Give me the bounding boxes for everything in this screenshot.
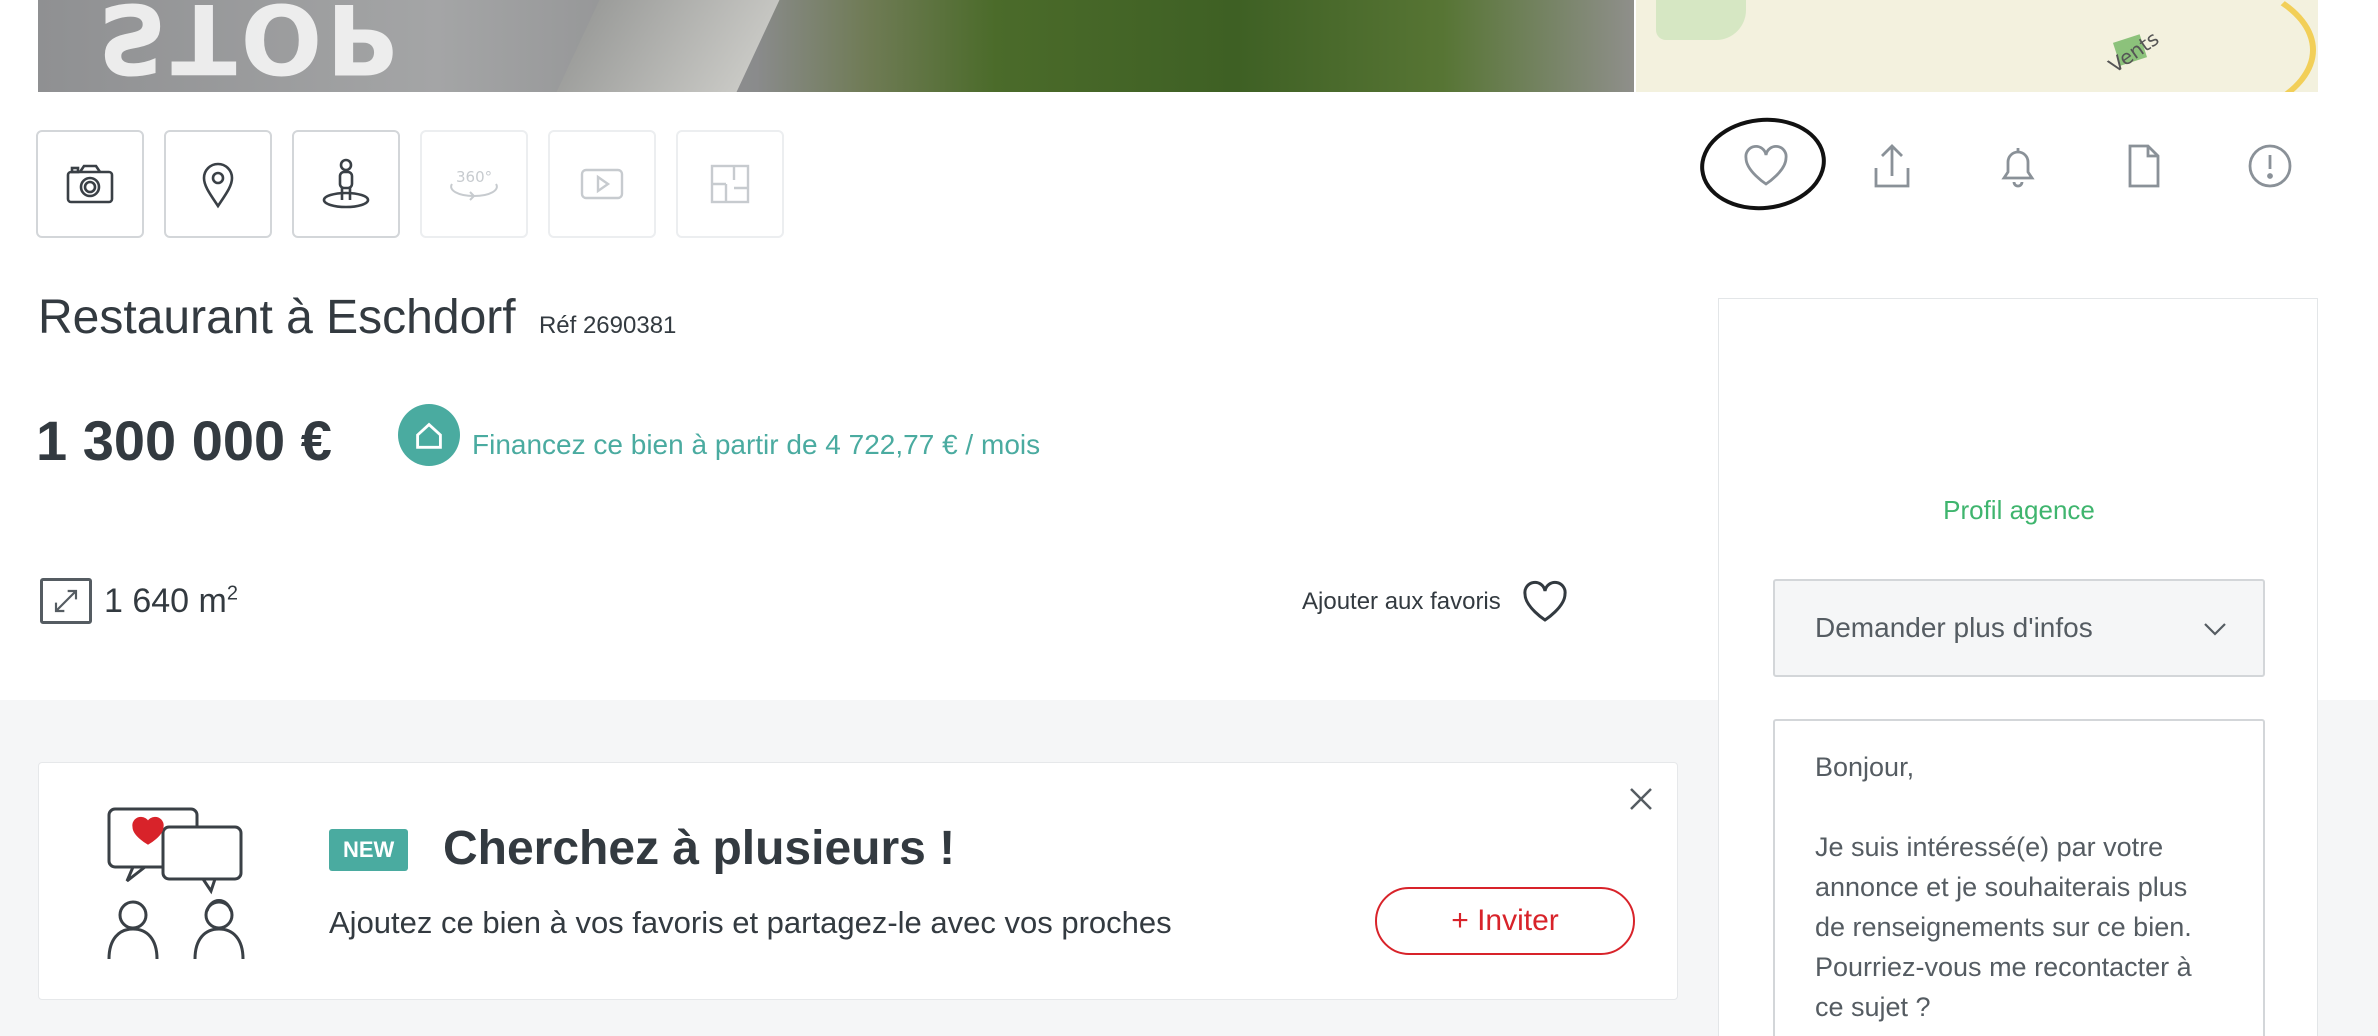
surface-area: 1 640 m2 <box>40 578 238 624</box>
document-icon <box>2128 144 2160 188</box>
video-play-icon <box>580 168 624 200</box>
photo-curb <box>556 0 780 92</box>
floor-plan-icon <box>710 164 750 204</box>
invite-promo-card: NEW Cherchez à plusieurs ! Ajoutez ce bi… <box>38 762 1678 1000</box>
alert-subscribe-action[interactable] <box>1990 138 2046 194</box>
message-body: Je suis intéressé(e) par votre annonce e… <box>1815 832 2192 1022</box>
street-view-button[interactable] <box>292 130 400 238</box>
map-road <box>2016 0 2316 92</box>
camera-icon <box>66 164 114 204</box>
promo-text: Ajoutez ce bien à vos favoris et partage… <box>329 905 1172 940</box>
video-button <box>548 130 656 238</box>
heart-outline-icon <box>1523 580 1567 622</box>
add-to-favorites-button[interactable]: Ajouter aux favoris <box>1302 578 1569 626</box>
shared-search-illustration-icon <box>107 807 245 960</box>
listing-title-text: Restaurant à Eschdorf <box>38 291 516 344</box>
listing-title: Restaurant à Eschdorf Réf 2690381 <box>38 290 676 345</box>
share-action[interactable] <box>1864 138 1920 194</box>
invite-button[interactable]: + Inviter <box>1375 887 1635 955</box>
floor-plan-button <box>676 130 784 238</box>
close-icon[interactable] <box>1623 781 1659 817</box>
new-badge: NEW <box>329 829 409 871</box>
map-park-area <box>1656 0 1746 40</box>
photos-button[interactable] <box>36 130 144 238</box>
message-greeting: Bonjour, <box>1815 752 1915 782</box>
360-view-button: 360° <box>420 130 528 238</box>
bell-icon <box>2001 148 2035 188</box>
agency-profile-link[interactable]: Profil agence <box>1719 495 2319 526</box>
location-button[interactable] <box>164 130 272 238</box>
photo-road-marking: STOP <box>98 0 401 92</box>
document-action[interactable] <box>2116 138 2172 194</box>
request-type-value: Demander plus d'infos <box>1815 612 2093 643</box>
report-action[interactable] <box>2242 138 2298 194</box>
svg-text:360°: 360° <box>456 168 492 186</box>
360-view-icon: 360° <box>450 168 498 201</box>
request-type-select[interactable]: Demander plus d'infos <box>1773 579 2265 677</box>
listing-page: STOP Vents 360° Restaurant à Eschdorf Ré… <box>0 0 2378 1036</box>
financing-text: Financez ce bien à partir de 4 722,77 € … <box>472 429 1041 460</box>
message-textarea[interactable]: Bonjour, Je suis intéressé(e) par votre … <box>1773 719 2265 1036</box>
share-icon <box>1874 144 1910 188</box>
surface-value: 1 640 m2 <box>104 581 238 620</box>
listing-photo[interactable]: STOP <box>38 0 1634 92</box>
media-toolbar: 360° <box>36 130 784 238</box>
listing-reference: Réf 2690381 <box>538 312 677 339</box>
chevron-down-icon <box>2204 623 2226 636</box>
resize-icon <box>40 578 92 624</box>
promo-heading: Cherchez à plusieurs ! <box>443 822 956 875</box>
street-view-icon <box>322 158 370 209</box>
listing-price: 1 300 000 € <box>36 409 332 472</box>
contact-panel: Profil agence Demander plus d'infos Bonj… <box>1718 298 2318 1036</box>
map-pin-icon <box>202 162 234 209</box>
financing-link[interactable]: Financez ce bien à partir de 4 722,77 € … <box>398 404 1040 466</box>
location-map-thumbnail[interactable]: Vents <box>1636 0 2318 92</box>
add-to-favorites-label: Ajouter aux favoris <box>1302 588 1501 615</box>
alert-icon <box>2248 144 2292 188</box>
home-icon <box>398 404 460 466</box>
